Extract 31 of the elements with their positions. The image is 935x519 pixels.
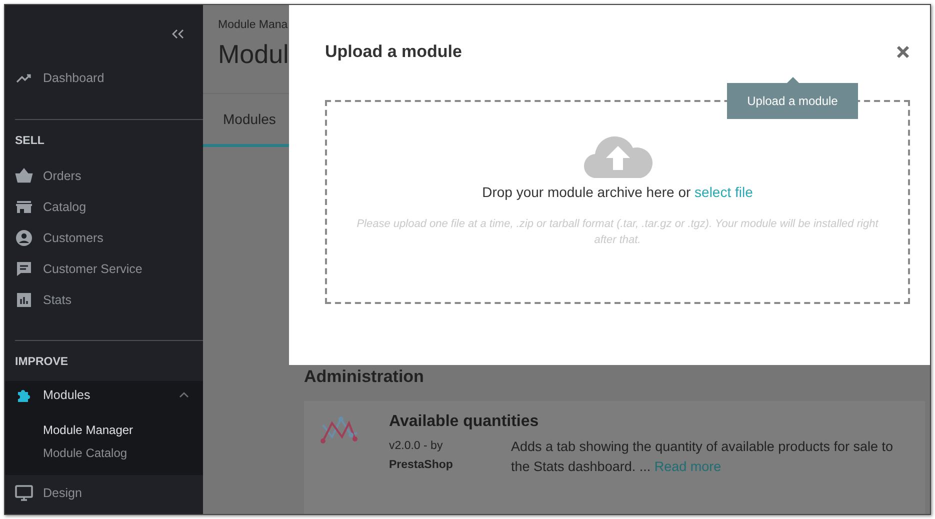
sidebar-item[interactable]: Design: [5, 477, 203, 508]
tooltip-pointer-icon: [787, 77, 799, 83]
sidebar-item[interactable]: Catalog: [5, 191, 203, 222]
module-name: Available quantities: [389, 413, 540, 431]
sidebar-item[interactable]: Customer Service: [5, 253, 203, 284]
monitor-icon: [15, 484, 33, 502]
tooltip: Upload a module: [727, 83, 858, 119]
module-description: Adds a tab showing the quantity of available products for sale to the Stats dashboard. ... Read more: [511, 438, 894, 476]
sidebar-item[interactable]: Stats: [5, 284, 203, 315]
section-heading: Administration: [304, 367, 425, 387]
page-title: Modul: [218, 39, 289, 70]
chat-bubble-icon: [15, 260, 33, 278]
basket-icon: [15, 166, 33, 184]
double-chevron-left-icon[interactable]: [171, 29, 185, 39]
module-author: PrestaShop: [389, 458, 454, 473]
submenu-item[interactable]: Module Catalog: [43, 442, 203, 465]
section-heading: SELL: [14, 134, 46, 149]
sidebar-item[interactable]: Customers: [5, 222, 203, 253]
dialog-title: Upload a module: [325, 42, 462, 62]
sidebar-item[interactable]: Orders: [5, 160, 203, 191]
chevron-icon[interactable]: [179, 392, 189, 398]
person-icon: [15, 228, 33, 246]
close-icon[interactable]: [896, 45, 910, 59]
section-heading: IMPROVE: [14, 355, 70, 370]
sidebar-item[interactable]: Modules: [5, 381, 203, 409]
drop-instructions: Drop your module archive here or select file: [482, 184, 753, 200]
submenu-item[interactable]: Module Manager: [43, 419, 203, 442]
module-version: v2.0.0 - by: [389, 439, 444, 454]
sidebar-item[interactable]: Dashboard: [5, 62, 203, 93]
bar-chart-icon: [15, 290, 33, 308]
select-file-link[interactable]: select file: [694, 184, 753, 200]
